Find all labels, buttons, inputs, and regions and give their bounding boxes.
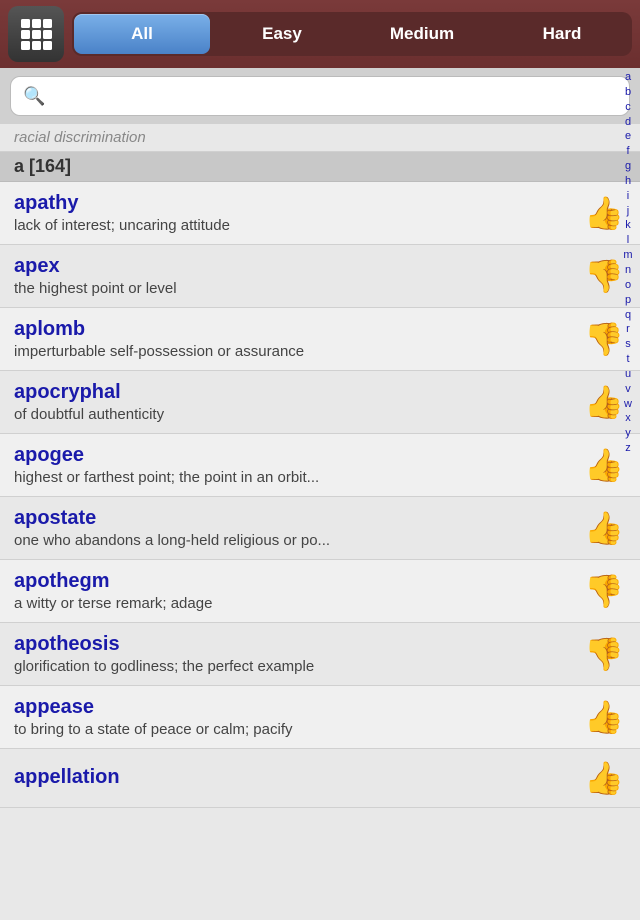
- alpha-letter-v[interactable]: v: [618, 382, 638, 397]
- ghost-text: racial discrimination: [14, 129, 146, 146]
- word-content: appease to bring to a state of peace or c…: [14, 696, 582, 738]
- search-icon: 🔍: [23, 86, 45, 107]
- tab-medium[interactable]: Medium: [354, 14, 490, 54]
- alpha-letter-p[interactable]: p: [618, 293, 638, 308]
- word-item[interactable]: apostate one who abandons a long-held rel…: [0, 497, 640, 560]
- alpha-letter-m[interactable]: m: [618, 248, 638, 263]
- word-item[interactable]: apathy lack of interest; uncaring attitud…: [0, 182, 640, 245]
- alpha-letter-x[interactable]: x: [618, 411, 638, 426]
- word-title: appease: [14, 696, 574, 719]
- word-item[interactable]: appease to bring to a state of peace or c…: [0, 686, 640, 749]
- alpha-letter-q[interactable]: q: [618, 308, 638, 323]
- word-content: appellation: [14, 766, 582, 791]
- word-content: apex the highest point or level: [14, 255, 582, 297]
- grid-icon: [18, 16, 54, 52]
- alpha-letter-l[interactable]: l: [618, 233, 638, 248]
- word-title: apostate: [14, 507, 574, 530]
- word-item[interactable]: apotheosis glorification to godliness; th…: [0, 623, 640, 686]
- section-label: a [164]: [14, 156, 71, 176]
- search-input[interactable]: [53, 87, 617, 105]
- alpha-letter-a[interactable]: a: [618, 70, 638, 85]
- word-definition: to bring to a state of peace or calm; pa…: [14, 721, 574, 738]
- word-title: apotheosis: [14, 633, 574, 656]
- alphabet-sidebar: abcdefghijklmnopqrstuvwxyz: [616, 68, 640, 920]
- alpha-letter-k[interactable]: k: [618, 218, 638, 233]
- section-header: a [164]: [0, 152, 640, 182]
- alpha-letter-e[interactable]: e: [618, 129, 638, 144]
- tab-all[interactable]: All: [74, 14, 210, 54]
- word-content: apotheosis glorification to godliness; th…: [14, 633, 582, 675]
- word-definition: a witty or terse remark; adage: [14, 595, 574, 612]
- alpha-letter-n[interactable]: n: [618, 263, 638, 278]
- grid-button[interactable]: [8, 6, 64, 62]
- word-content: apathy lack of interest; uncaring attitud…: [14, 192, 582, 234]
- word-item[interactable]: apothegma witty or terse remark; adage👎: [0, 560, 640, 623]
- word-definition: the highest point or level: [14, 280, 574, 297]
- word-content: apogee highest or farthest point; the poi…: [14, 444, 582, 486]
- word-definition: lack of interest; uncaring attitude: [14, 217, 574, 234]
- tab-easy[interactable]: Easy: [214, 14, 350, 54]
- word-title: apothegm: [14, 570, 574, 593]
- word-definition: glorification to godliness; the perfect …: [14, 658, 574, 675]
- header: All Easy Medium Hard: [0, 0, 640, 68]
- word-title: apogee: [14, 444, 574, 467]
- word-definition: highest or farthest point; the point in …: [14, 469, 574, 486]
- alpha-letter-z[interactable]: z: [618, 441, 638, 456]
- word-list: apathy lack of interest; uncaring attitud…: [0, 182, 640, 808]
- word-title: apathy: [14, 192, 574, 215]
- alpha-letter-i[interactable]: i: [618, 189, 638, 204]
- word-content: aplomb imperturbable self-possession or a…: [14, 318, 582, 360]
- alpha-letter-j[interactable]: j: [618, 204, 638, 219]
- search-container: 🔍: [0, 68, 640, 124]
- word-content: apocryphal of doubtful authenticity: [14, 381, 582, 423]
- alpha-letter-o[interactable]: o: [618, 278, 638, 293]
- word-content: apothegm a witty or terse remark; adage: [14, 570, 582, 612]
- alpha-letter-t[interactable]: t: [618, 352, 638, 367]
- alpha-letter-r[interactable]: r: [618, 322, 638, 337]
- alpha-letter-h[interactable]: h: [618, 174, 638, 189]
- alpha-letter-w[interactable]: w: [618, 397, 638, 412]
- word-definition: one who abandons a long-held religious o…: [14, 532, 574, 549]
- search-bar[interactable]: 🔍: [10, 76, 630, 116]
- alpha-letter-b[interactable]: b: [618, 85, 638, 100]
- alpha-letter-y[interactable]: y: [618, 426, 638, 441]
- word-content: apostate one who abandons a long-held rel…: [14, 507, 582, 549]
- word-title: apex: [14, 255, 574, 278]
- tab-bar: All Easy Medium Hard: [72, 12, 632, 56]
- alpha-letter-s[interactable]: s: [618, 337, 638, 352]
- word-title: appellation: [14, 766, 574, 789]
- word-item[interactable]: appellation👍: [0, 749, 640, 808]
- word-item[interactable]: aplomb imperturbable self-possession or a…: [0, 308, 640, 371]
- alpha-letter-f[interactable]: f: [618, 144, 638, 159]
- ghost-row: racial discrimination: [0, 124, 640, 152]
- word-item[interactable]: apocryphalof doubtful authenticity👍: [0, 371, 640, 434]
- word-definition: imperturbable self-possession or assuran…: [14, 343, 574, 360]
- alpha-letter-g[interactable]: g: [618, 159, 638, 174]
- tab-hard[interactable]: Hard: [494, 14, 630, 54]
- alpha-letter-u[interactable]: u: [618, 367, 638, 382]
- alpha-letter-d[interactable]: d: [618, 115, 638, 130]
- word-item[interactable]: apexthe highest point or level👎: [0, 245, 640, 308]
- alpha-letter-c[interactable]: c: [618, 100, 638, 115]
- word-title: aplomb: [14, 318, 574, 341]
- word-item[interactable]: apogee highest or farthest point; the poi…: [0, 434, 640, 497]
- word-definition: of doubtful authenticity: [14, 406, 574, 423]
- word-title: apocryphal: [14, 381, 574, 404]
